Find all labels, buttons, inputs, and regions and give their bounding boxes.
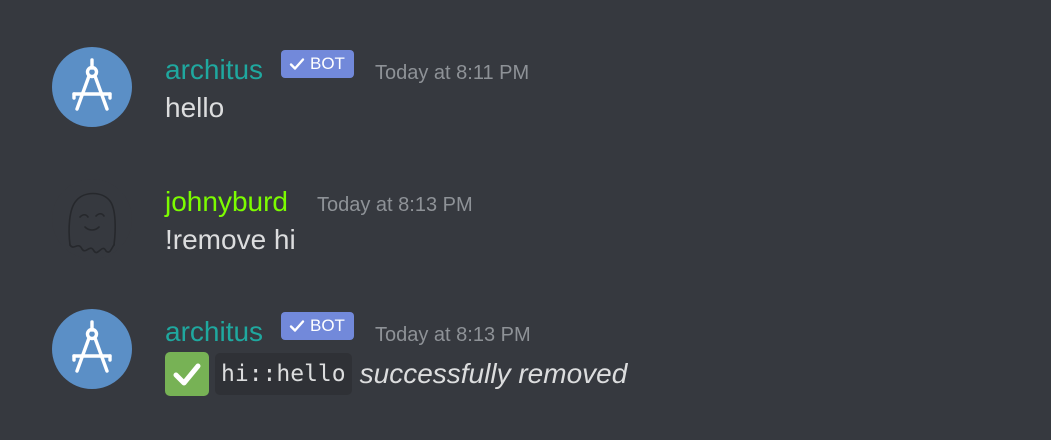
- chat-messages: architus BOT Today at 8:11 PM hello john…: [0, 0, 1051, 440]
- message-content: hello: [165, 90, 224, 126]
- white-check-mark-icon[interactable]: [165, 352, 209, 396]
- compass-icon: [72, 320, 112, 373]
- timestamp[interactable]: Today at 8:13 PM: [375, 322, 531, 348]
- timestamp[interactable]: Today at 8:11 PM: [375, 60, 529, 86]
- verified-check-icon: [289, 320, 305, 332]
- username[interactable]: architus: [165, 314, 263, 350]
- avatar[interactable]: [52, 47, 132, 127]
- message: architus BOT Today at 8:11 PM hello: [0, 40, 1051, 160]
- bot-badge: BOT: [281, 312, 354, 340]
- bot-badge-label: BOT: [310, 54, 345, 73]
- timestamp[interactable]: Today at 8:13 PM: [317, 192, 473, 218]
- message-text: !remove hi: [165, 224, 296, 255]
- bot-badge: BOT: [281, 50, 354, 78]
- message-content: hi::hello successfully removed: [165, 352, 627, 396]
- verified-check-icon: [289, 58, 305, 70]
- message: architus BOT Today at 8:13 PM hi::hello …: [0, 302, 1051, 422]
- username[interactable]: johnyburd: [165, 184, 288, 220]
- avatar[interactable]: [52, 179, 132, 259]
- message-text: hello: [165, 92, 225, 123]
- bot-badge-label: BOT: [310, 316, 345, 335]
- ghost-sketch-icon: [68, 192, 116, 254]
- avatar[interactable]: [52, 309, 132, 389]
- message: johnyburd Today at 8:13 PM !remove hi: [0, 172, 1051, 292]
- username[interactable]: architus: [165, 52, 263, 88]
- message-content: !remove hi: [165, 222, 296, 258]
- compass-icon: [72, 58, 112, 111]
- inline-code: hi::hello: [215, 353, 352, 395]
- message-text: successfully removed: [359, 358, 628, 389]
